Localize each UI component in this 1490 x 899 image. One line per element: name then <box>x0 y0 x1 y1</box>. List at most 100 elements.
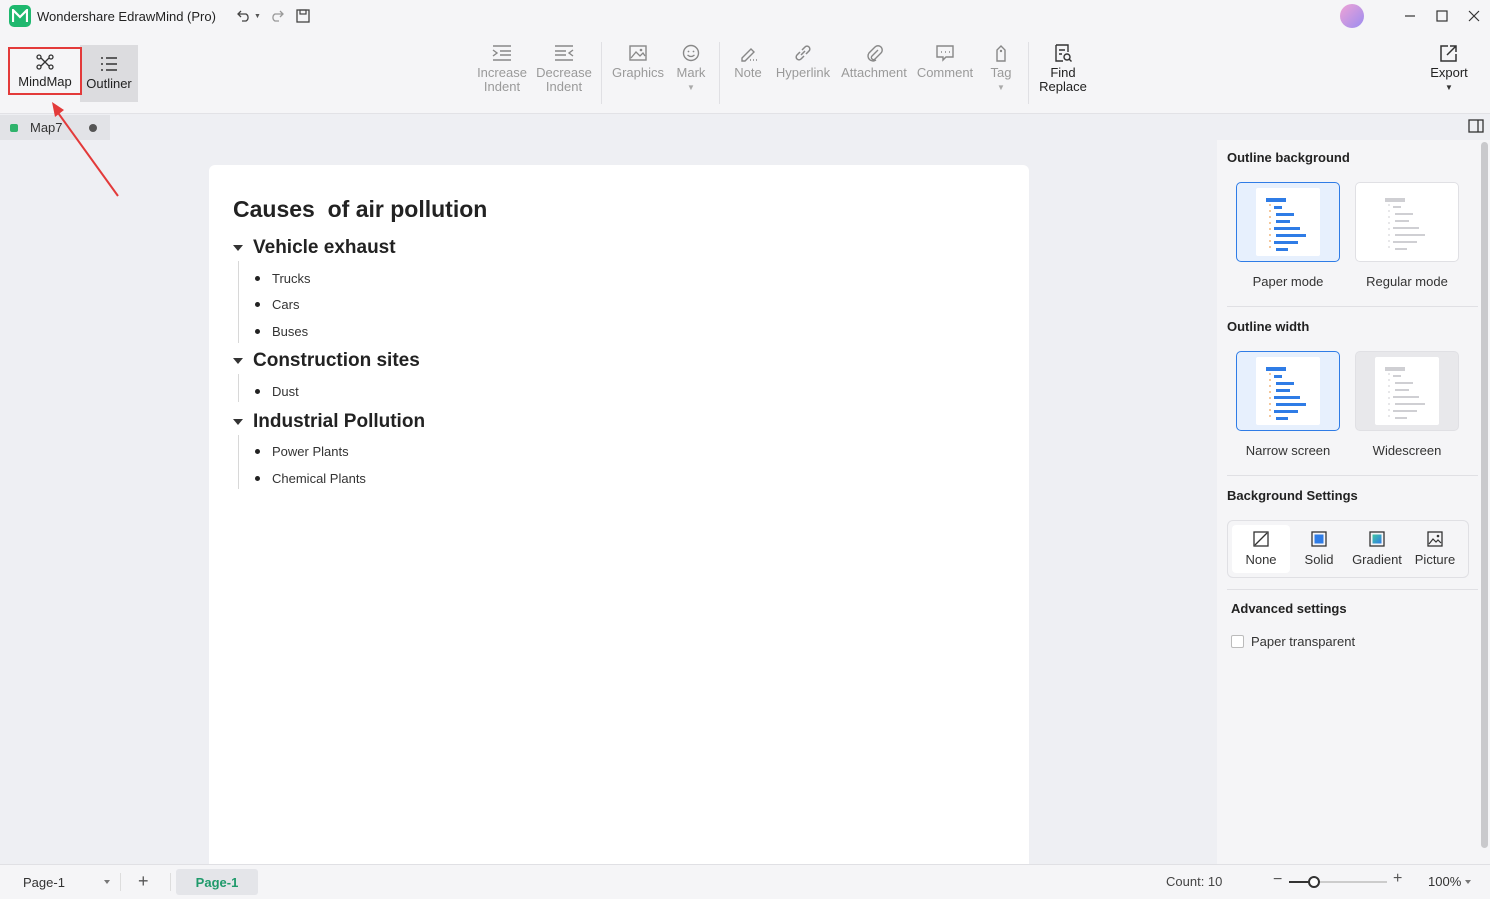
background-picture-option[interactable]: Picture <box>1406 525 1464 573</box>
window-controls <box>1340 0 1490 32</box>
outline-item[interactable]: Power Plants <box>255 444 349 459</box>
bullet-icon <box>255 449 260 454</box>
redo-icon[interactable] <box>267 6 287 26</box>
find-replace-button[interactable]: Find Replace <box>1036 44 1090 94</box>
decrease-indent-button[interactable]: Decrease Indent <box>536 44 592 94</box>
export-dropdown-icon[interactable]: ▼ <box>1445 81 1453 95</box>
page-selector-dropdown-icon[interactable] <box>104 880 110 884</box>
background-gradient-label: Gradient <box>1352 552 1402 567</box>
tag-label: Tag <box>990 65 1012 80</box>
hyperlink-icon <box>795 45 811 61</box>
zoom-dropdown-icon[interactable] <box>1465 880 1471 884</box>
outline-title[interactable]: Causes of air pollution <box>233 196 487 223</box>
attachment-button[interactable]: Attachment <box>840 44 908 80</box>
bullet-icon <box>255 476 260 481</box>
zoom-slider-handle[interactable] <box>1307 876 1320 888</box>
maximize-icon[interactable] <box>1426 0 1458 32</box>
regular-mode-card[interactable] <box>1355 182 1459 262</box>
quick-access-toolbar: ▼ <box>234 6 313 26</box>
add-page-icon[interactable]: + <box>138 872 149 890</box>
outline-item-text: Dust <box>272 384 299 399</box>
mark-dropdown-icon[interactable]: ▼ <box>687 81 695 95</box>
mark-button[interactable]: Mark ▼ <box>673 44 709 95</box>
paper-mode-preview-icon <box>1256 188 1320 256</box>
page-selector[interactable]: Page-1 <box>12 871 114 893</box>
toggle-right-panel-icon[interactable] <box>1468 119 1484 133</box>
collapse-triangle-icon[interactable] <box>233 419 243 425</box>
tag-dropdown-icon[interactable]: ▼ <box>997 81 1005 95</box>
zoom-out-icon[interactable]: − <box>1273 871 1282 889</box>
background-none-option[interactable]: None <box>1232 525 1290 573</box>
no-fill-icon <box>1253 531 1269 547</box>
background-options-group: None Solid Gradient Picture <box>1227 520 1469 578</box>
comment-button[interactable]: Comment <box>916 44 974 80</box>
panel-scrollbar[interactable] <box>1481 142 1488 848</box>
zoom-slider[interactable] <box>1289 876 1387 888</box>
undo-icon[interactable] <box>234 6 254 26</box>
collapse-triangle-icon[interactable] <box>233 245 243 251</box>
decrease-indent-label-2: Indent <box>545 79 583 94</box>
document-tab-strip: Map7 <box>0 114 1490 140</box>
export-button[interactable]: Export ▼ <box>1424 44 1474 95</box>
gradient-fill-icon <box>1369 531 1385 547</box>
minimize-icon[interactable] <box>1394 0 1426 32</box>
outline-item[interactable]: Cars <box>255 297 299 312</box>
outline-heading[interactable]: Industrial Pollution <box>233 411 425 433</box>
toolbar-divider <box>1028 42 1029 104</box>
status-bar: Page-1 + Page-1 Count: 10 − + 100% <box>0 864 1490 899</box>
background-solid-option[interactable]: Solid <box>1290 525 1348 573</box>
widescreen-card[interactable] <box>1355 351 1459 431</box>
decrease-indent-icon <box>555 45 574 61</box>
user-avatar[interactable] <box>1340 4 1364 28</box>
regular-mode-preview-icon <box>1375 188 1439 256</box>
paper-transparent-checkbox[interactable] <box>1231 635 1244 648</box>
panel-divider <box>1227 589 1478 590</box>
attachment-icon <box>867 45 883 62</box>
outline-heading-text: Industrial Pollution <box>253 411 426 432</box>
collapse-triangle-icon[interactable] <box>233 358 243 364</box>
graphics-button[interactable]: Graphics <box>611 44 665 80</box>
increase-indent-button[interactable]: Increase Indent <box>477 44 527 94</box>
panel-divider <box>1227 306 1478 307</box>
outline-heading[interactable]: Vehicle exhaust <box>233 237 396 259</box>
page-tab-label: Page-1 <box>195 874 239 890</box>
note-button[interactable]: Note <box>731 44 765 80</box>
tag-button[interactable]: Tag ▼ <box>984 44 1018 95</box>
outline-heading[interactable]: Construction sites <box>233 350 420 372</box>
narrow-screen-card[interactable] <box>1236 351 1340 431</box>
outline-paper: Causes of air pollution Vehicle exhaust … <box>209 165 1029 865</box>
outline-item-text: Chemical Plants <box>272 471 366 486</box>
save-icon[interactable] <box>293 6 313 26</box>
widescreen-label: Widescreen <box>1372 443 1442 458</box>
outline-item[interactable]: Dust <box>255 384 299 399</box>
outline-item[interactable]: Chemical Plants <box>255 471 366 486</box>
bullet-icon <box>255 302 260 307</box>
outliner-label: Outliner <box>86 76 132 91</box>
picture-fill-icon <box>1427 531 1443 547</box>
narrow-screen-label: Narrow screen <box>1245 443 1331 458</box>
close-icon[interactable] <box>1458 0 1490 32</box>
mindmap-view-button[interactable]: MindMap <box>8 47 82 95</box>
increase-indent-label-2: Indent <box>483 79 521 94</box>
page-tab[interactable]: Page-1 <box>176 869 258 895</box>
undo-dropdown-icon[interactable]: ▼ <box>254 13 261 20</box>
outline-item[interactable]: Trucks <box>255 271 311 286</box>
zoom-in-icon[interactable]: + <box>1393 870 1402 888</box>
app-title: Wondershare EdrawMind (Pro) <box>37 8 216 24</box>
bullet-icon <box>255 389 260 394</box>
solid-fill-icon <box>1311 531 1327 547</box>
hyperlink-button[interactable]: Hyperlink <box>775 44 831 80</box>
increase-indent-icon <box>492 45 511 61</box>
document-tab[interactable]: Map7 <box>0 115 110 140</box>
outline-item-text: Trucks <box>272 271 311 286</box>
zoom-level[interactable]: 100% <box>1428 874 1461 889</box>
outline-item[interactable]: Buses <box>255 324 308 339</box>
outliner-view-button[interactable]: Outliner <box>80 45 138 102</box>
background-gradient-option[interactable]: Gradient <box>1348 525 1406 573</box>
outline-heading-text: Construction sites <box>253 350 420 371</box>
graphics-label: Graphics <box>611 65 665 80</box>
topic-count: Count: 10 <box>1166 874 1223 889</box>
paper-transparent-row[interactable]: Paper transparent <box>1231 634 1355 649</box>
paper-mode-card[interactable] <box>1236 182 1340 262</box>
unsaved-indicator-icon[interactable] <box>89 123 97 132</box>
